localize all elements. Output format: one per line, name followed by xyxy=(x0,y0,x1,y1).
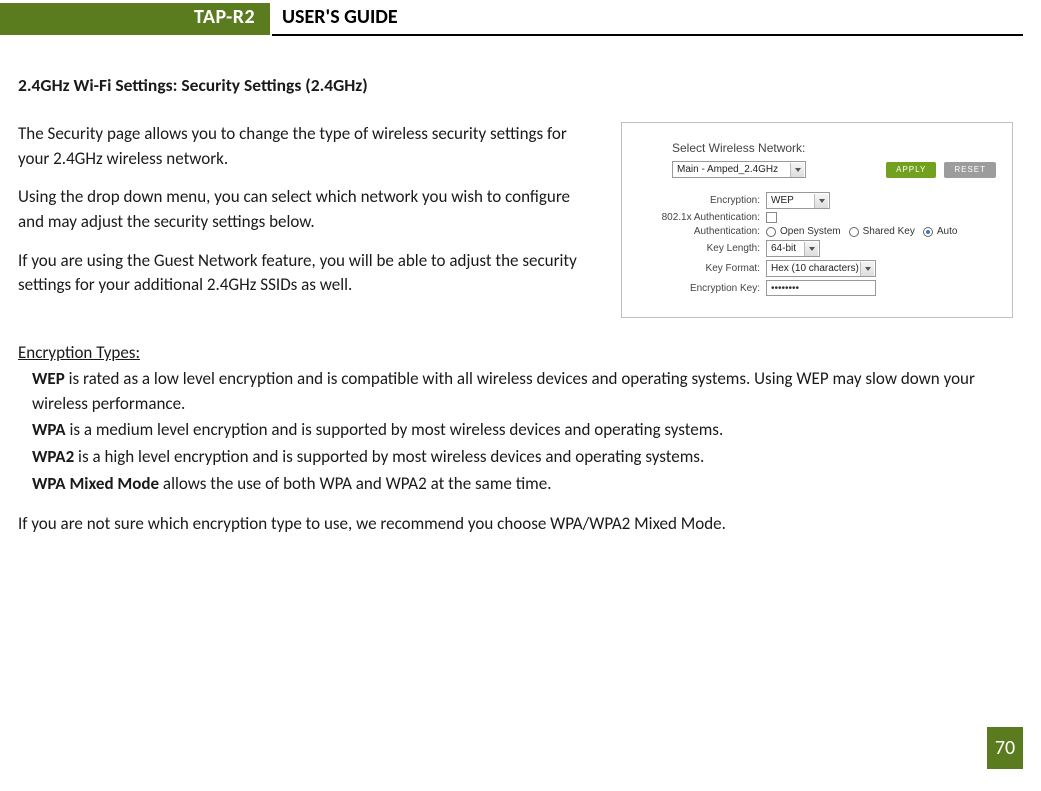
encryption-label: Encryption: xyxy=(638,195,766,206)
auth-open-text: Open System xyxy=(780,226,841,237)
authentication-label: Authentication: xyxy=(638,226,766,237)
apply-button[interactable]: APPLY xyxy=(886,162,936,178)
keylength-value: 64-bit xyxy=(771,243,796,254)
header-underline xyxy=(272,34,1023,36)
footer-paragraph: If you are not sure which encryption typ… xyxy=(18,512,1013,537)
encryption-types-heading: Encryption Types: xyxy=(18,342,1013,363)
keylength-label: Key Length: xyxy=(638,243,766,254)
header-model: TAP-R2 xyxy=(194,5,255,29)
auth8021x-checkbox[interactable] xyxy=(766,212,777,223)
encryption-select-value: WEP xyxy=(771,195,794,206)
enc-item-wpa: WPA is a medium level encryption and is … xyxy=(32,418,1013,443)
header-title: USER'S GUIDE xyxy=(282,5,398,29)
auth-open-radio[interactable] xyxy=(766,227,776,237)
para-2: Using the drop down menu, you can select… xyxy=(18,185,599,234)
encryptionkey-input[interactable]: •••••••• xyxy=(766,280,876,296)
enc-item-wpa-mixed: WPA Mixed Mode allows the use of both WP… xyxy=(32,472,1013,497)
para-1: The Security page allows you to change t… xyxy=(18,122,599,171)
encryptionkey-value: •••••••• xyxy=(771,283,799,294)
auth-shared-text: Shared Key xyxy=(863,226,915,237)
encryptionkey-label: Encryption Key: xyxy=(638,283,766,294)
figure-heading: Select Wireless Network: xyxy=(672,141,996,155)
keyformat-value: Hex (10 characters) xyxy=(771,263,859,274)
auth-auto-text: Auto xyxy=(937,226,958,237)
encryption-select[interactable]: WEP xyxy=(766,192,830,209)
para-3: If you are using the Guest Network featu… xyxy=(18,249,599,298)
section-title: 2.4GHz Wi-Fi Settings: Security Settings… xyxy=(18,74,1013,96)
settings-figure: Select Wireless Network: Main - Amped_2.… xyxy=(621,122,1013,318)
keyformat-select[interactable]: Hex (10 characters) xyxy=(766,260,876,277)
keylength-select[interactable]: 64-bit xyxy=(766,240,820,257)
chevron-down-icon xyxy=(804,242,818,256)
reset-button[interactable]: RESET xyxy=(944,162,996,178)
encryption-types-list: WEP is rated as a low level encryption a… xyxy=(32,367,1013,496)
auth-shared-radio[interactable] xyxy=(849,227,859,237)
network-select-value: Main - Amped_2.4GHz xyxy=(677,164,778,175)
chevron-down-icon xyxy=(814,194,828,208)
chevron-down-icon xyxy=(860,262,874,276)
auth8021x-label: 802.1x Authentication: xyxy=(638,212,766,223)
page-number: 70 xyxy=(987,727,1023,769)
enc-item-wep: WEP is rated as a low level encryption a… xyxy=(32,367,1013,416)
network-select[interactable]: Main - Amped_2.4GHz xyxy=(672,161,806,178)
auth-auto-radio[interactable] xyxy=(923,227,933,237)
enc-item-wpa2: WPA2 is a high level encryption and is s… xyxy=(32,445,1013,470)
chevron-down-icon xyxy=(790,163,804,177)
keyformat-label: Key Format: xyxy=(638,263,766,274)
header: TAP-R2 USER'S GUIDE xyxy=(0,0,1023,38)
